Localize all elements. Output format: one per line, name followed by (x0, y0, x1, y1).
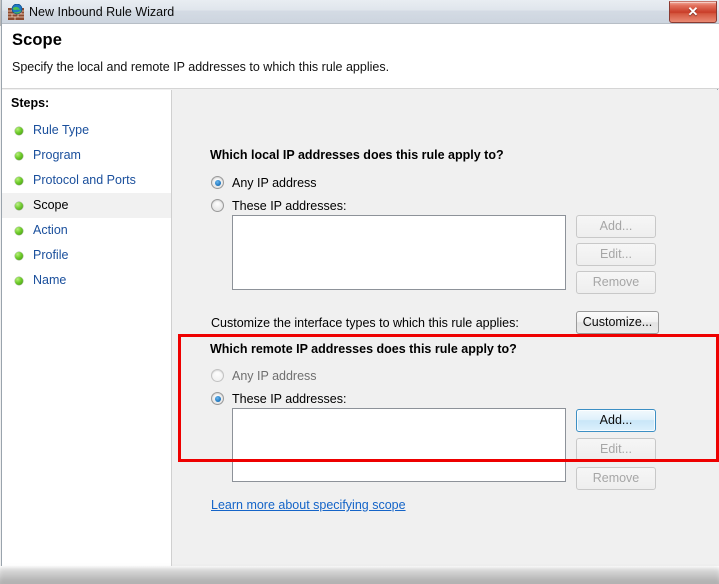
remote-any-ip-radio-row[interactable]: Any IP address (211, 367, 411, 385)
window-title: New Inbound Rule Wizard (29, 5, 175, 19)
sidebar-item-scope[interactable]: Scope (2, 193, 171, 218)
local-edit-button: Edit... (576, 243, 656, 266)
radio-icon[interactable] (211, 176, 224, 189)
content-pane: Which local IP addresses does this rule … (173, 90, 719, 567)
steps-sidebar: Steps: Rule Type Program Protocol and Po… (2, 90, 172, 567)
local-any-ip-radio-row[interactable]: Any IP address (211, 174, 411, 192)
remote-these-ip-label: These IP addresses: (232, 392, 347, 406)
local-remove-button: Remove (576, 271, 656, 294)
title-bar: New Inbound Rule Wizard ✕ (2, 0, 719, 24)
customize-button[interactable]: Customize... (576, 311, 659, 334)
steps-list: Rule Type Program Protocol and Ports Sco… (2, 118, 171, 293)
sidebar-item-action[interactable]: Action (2, 218, 171, 243)
local-add-button: Add... (576, 215, 656, 238)
step-bullet-icon (15, 127, 23, 135)
sidebar-item-label: Name (33, 273, 67, 287)
interface-types-label: Customize the interface types to which t… (211, 316, 519, 330)
local-these-ip-radio-row[interactable]: These IP addresses: (211, 197, 411, 215)
local-these-ip-label: These IP addresses: (232, 199, 347, 213)
sidebar-item-label: Program (33, 148, 81, 162)
remote-these-ip-radio-row[interactable]: These IP addresses: (211, 390, 411, 408)
radio-icon[interactable] (211, 369, 224, 382)
sidebar-item-label: Protocol and Ports (33, 173, 136, 187)
background-bottom-blur (0, 568, 719, 584)
learn-more-link[interactable]: Learn more about specifying scope (211, 498, 406, 512)
page-subtitle: Specify the local and remote IP addresse… (12, 60, 390, 74)
page-header: Scope Specify the local and remote IP ad… (2, 24, 719, 89)
local-ip-listbox[interactable] (232, 215, 566, 290)
local-ip-heading: Which local IP addresses does this rule … (210, 148, 504, 162)
radio-icon[interactable] (211, 392, 224, 405)
sidebar-item-program[interactable]: Program (2, 143, 171, 168)
remote-remove-button: Remove (576, 467, 656, 490)
sidebar-item-rule-type[interactable]: Rule Type (2, 118, 171, 143)
sidebar-item-protocol-and-ports[interactable]: Protocol and Ports (2, 168, 171, 193)
sidebar-item-profile[interactable]: Profile (2, 243, 171, 268)
close-icon: ✕ (687, 4, 699, 19)
sidebar-item-label: Scope (33, 198, 69, 212)
firewall-icon (8, 3, 24, 20)
radio-icon[interactable] (211, 199, 224, 212)
step-bullet-icon (15, 252, 23, 260)
page-title: Scope (12, 31, 63, 49)
remote-ip-heading: Which remote IP addresses does this rule… (210, 342, 517, 356)
step-bullet-icon (15, 202, 23, 210)
close-button[interactable]: ✕ (669, 1, 717, 23)
local-any-ip-label: Any IP address (232, 176, 317, 190)
sidebar-item-name[interactable]: Name (2, 268, 171, 293)
remote-any-ip-label: Any IP address (232, 369, 317, 383)
step-bullet-icon (15, 227, 23, 235)
sidebar-item-label: Action (33, 223, 68, 237)
remote-ip-listbox[interactable] (232, 408, 566, 482)
sidebar-item-label: Rule Type (33, 123, 90, 137)
wizard-dialog: New Inbound Rule Wizard ✕ Scope Specify … (1, 0, 719, 568)
remote-edit-button: Edit... (576, 438, 656, 461)
step-bullet-icon (15, 152, 23, 160)
sidebar-item-label: Profile (33, 248, 69, 262)
step-bullet-icon (15, 277, 23, 285)
steps-title: Steps: (11, 96, 50, 110)
firewall-wizard-window: Please cluster instance and Then of poss… (0, 0, 719, 584)
step-bullet-icon (15, 177, 23, 185)
remote-add-button[interactable]: Add... (576, 409, 656, 432)
